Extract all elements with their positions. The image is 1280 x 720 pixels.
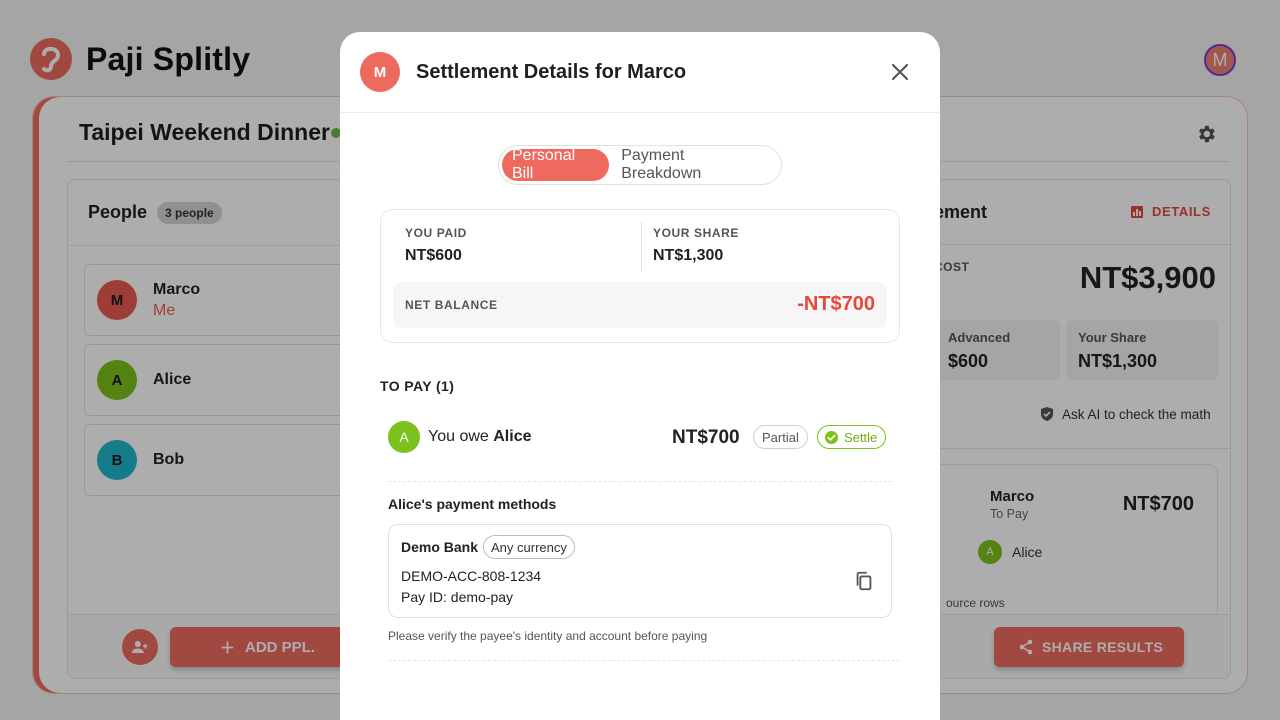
your-share-label: YOUR SHARE — [653, 226, 740, 240]
avatar: A — [388, 421, 420, 453]
bank-name: Demo Bank — [401, 539, 479, 555]
divider — [641, 222, 642, 272]
you-paid-value: NT$600 — [405, 247, 462, 264]
modal-title: Settlement Details for Marco — [416, 61, 687, 83]
net-balance-box: NET BALANCE -NT$700 — [393, 282, 887, 328]
settle-button[interactable]: Settle — [817, 425, 887, 449]
account-number: DEMO-ACC-808-1234 — [401, 568, 542, 584]
divider — [388, 660, 900, 661]
settlement-modal: M Settlement Details for Marco Personal … — [340, 32, 940, 720]
avatar: M — [360, 52, 400, 92]
view-toggle: Personal Bill Payment Breakdown — [498, 145, 782, 185]
payment-method-card: Demo Bank Any currency DEMO-ACC-808-1234… — [388, 524, 892, 618]
copy-icon[interactable] — [853, 570, 875, 592]
payment-methods-heading: Alice's payment methods — [388, 496, 557, 512]
modal-header: M Settlement Details for Marco — [340, 32, 940, 113]
settle-label: Settle — [844, 429, 878, 445]
currency-tag: Any currency — [483, 535, 575, 559]
check-circle-icon — [824, 430, 839, 444]
owe-payee-name: Alice — [493, 428, 532, 445]
balance-summary: YOU PAID NT$600 YOUR SHARE NT$1,300 NET … — [380, 209, 900, 343]
divider — [388, 481, 892, 482]
your-share-value: NT$1,300 — [653, 247, 724, 264]
net-balance-label: NET BALANCE — [405, 298, 498, 312]
tab-payment-breakdown[interactable]: Payment Breakdown — [609, 147, 778, 182]
partial-button[interactable]: Partial — [753, 425, 808, 449]
owe-prefix: You owe — [428, 428, 489, 445]
owe-text: You owe Alice — [428, 428, 532, 446]
to-pay-heading: TO PAY (1) — [380, 378, 455, 394]
net-balance-value: -NT$700 — [797, 293, 875, 315]
tab-personal-bill[interactable]: Personal Bill — [502, 147, 610, 182]
verify-note: Please verify the payee's identity and a… — [388, 629, 708, 643]
pay-id: Pay ID: demo-pay — [401, 589, 514, 605]
close-icon[interactable] — [888, 60, 912, 84]
owe-amount: NT$700 — [672, 427, 740, 448]
you-paid-label: YOU PAID — [405, 226, 467, 240]
